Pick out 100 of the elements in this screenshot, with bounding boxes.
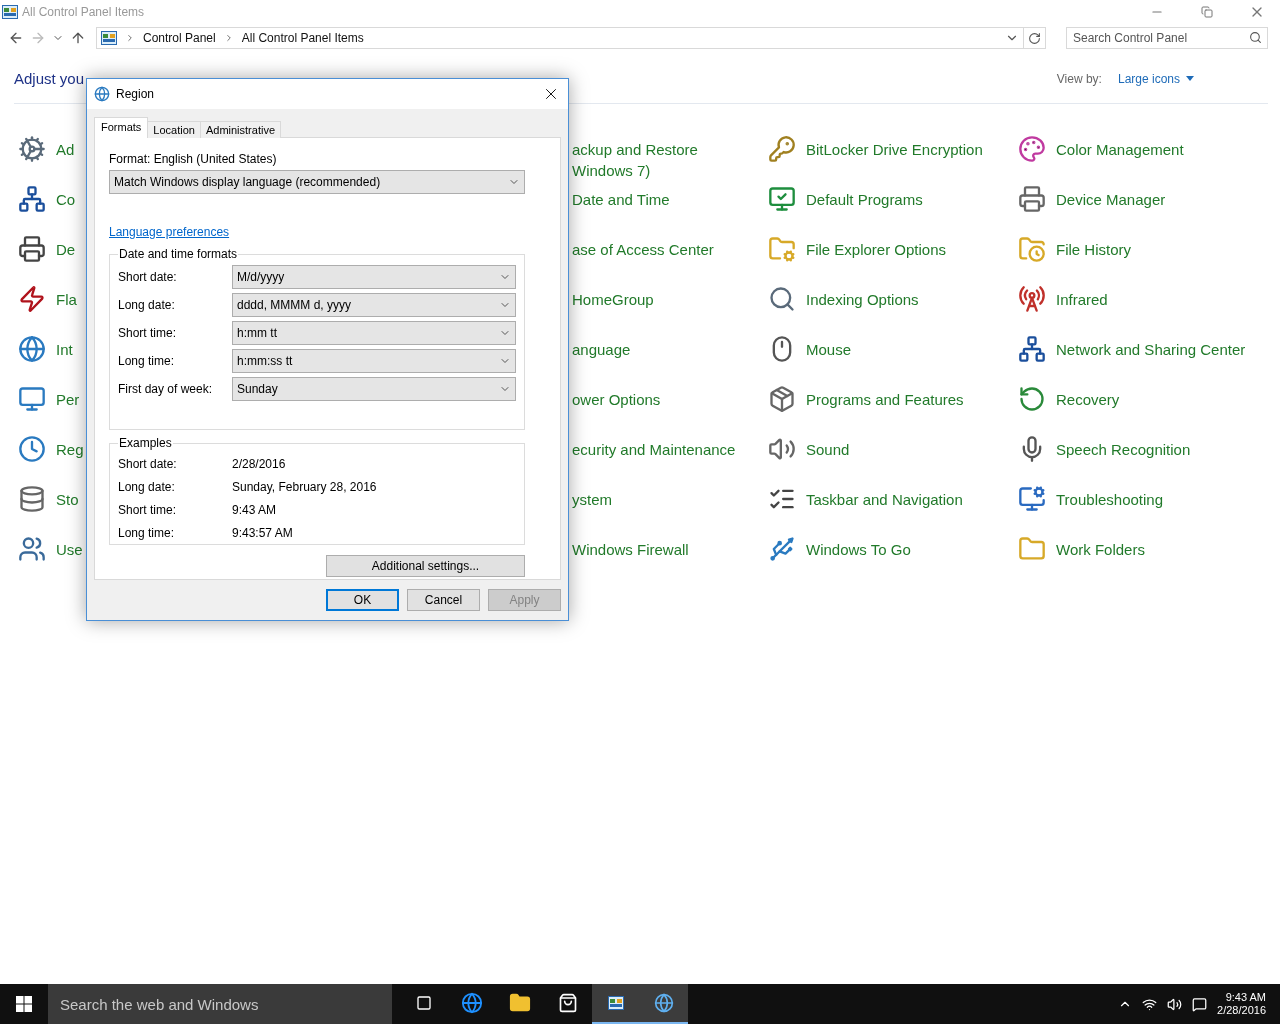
- format-dropdown[interactable]: Sunday: [232, 377, 516, 401]
- view-by-dropdown[interactable]: Large icons: [1117, 71, 1194, 86]
- control-panel-item[interactable]: Programs and Features: [806, 389, 964, 410]
- control-panel-item[interactable]: Indexing Options: [806, 289, 919, 310]
- format-dropdown[interactable]: Match Windows display language (recommended): [109, 170, 525, 194]
- example-label: Short date:: [118, 456, 178, 471]
- language-preferences-link[interactable]: Language preferences: [109, 225, 230, 239]
- control-panel-item[interactable]: Int: [56, 339, 73, 360]
- control-panel-item[interactable]: Mouse: [806, 339, 852, 360]
- format-label: Format: English (United States): [109, 152, 278, 166]
- browser-icon: [461, 992, 483, 1014]
- field-label: Long time:: [118, 354, 176, 368]
- format-dropdown[interactable]: h:mm:ss tt: [232, 349, 516, 373]
- forward-arrow-icon: [30, 30, 46, 46]
- palette-icon: [1016, 133, 1048, 165]
- example-value: 9:43:57 AM: [232, 525, 294, 540]
- up-button[interactable]: [70, 30, 86, 46]
- control-panel-item[interactable]: Fla: [56, 289, 77, 310]
- example-value: 2/28/2016: [232, 456, 287, 471]
- globe-icon: [94, 86, 110, 102]
- control-panel-item[interactable]: Troubleshooting: [1056, 489, 1163, 510]
- example-label: Long time:: [118, 525, 176, 540]
- control-panel-item[interactable]: ecurity and Maintenance: [572, 439, 736, 460]
- search-icon: [1249, 31, 1262, 44]
- task-view-icon: [416, 995, 432, 1011]
- taskbar-search-field[interactable]: Search the web and Windows: [48, 984, 392, 1024]
- control-panel-item[interactable]: De: [56, 239, 76, 260]
- breadcrumb[interactable]: Control Panel: [143, 31, 216, 45]
- control-panel-item[interactable]: ase of Access Center: [572, 239, 714, 260]
- taskbar-clock[interactable]: 9:43 AM 2/28/2016: [1217, 991, 1266, 1017]
- dialog-button[interactable]: Cancel: [407, 589, 480, 611]
- control-panel-item[interactable]: Default Programs: [806, 189, 923, 210]
- example-label: Short time:: [118, 502, 178, 517]
- control-panel-item[interactable]: Windows To Go: [806, 539, 911, 560]
- clock-icon: [16, 433, 48, 465]
- refresh-icon: [1028, 31, 1041, 45]
- globe-icon: [654, 993, 674, 1013]
- address-bar[interactable]: Control Panel All Control Panel Items: [96, 27, 1046, 49]
- control-panel-item[interactable]: HomeGroup: [572, 289, 654, 310]
- field-label: Short time:: [118, 326, 178, 340]
- control-panel-icon: [101, 31, 117, 45]
- control-panel-item[interactable]: anguage: [572, 339, 631, 360]
- caret-icon: [1186, 76, 1194, 81]
- control-panel-item[interactable]: Recovery: [1056, 389, 1120, 410]
- control-panel-item[interactable]: Sto: [56, 489, 79, 510]
- network-icon: [16, 183, 48, 215]
- dialog-button[interactable]: OK: [326, 589, 399, 611]
- tab[interactable]: Location: [147, 121, 201, 138]
- control-panel-item[interactable]: Use: [56, 539, 83, 560]
- shopping-bag-icon: [558, 993, 578, 1013]
- control-panel-item[interactable]: Sound: [806, 439, 850, 460]
- search-field[interactable]: Search Control Panel: [1066, 27, 1268, 49]
- control-panel-item[interactable]: Infrared: [1056, 289, 1108, 310]
- notification-icon[interactable]: [1192, 996, 1208, 1012]
- group-title: Date and time formats: [118, 247, 239, 261]
- control-panel-item[interactable]: Speech Recognition: [1056, 439, 1191, 460]
- control-panel-item[interactable]: BitLocker Drive Encryption: [806, 139, 983, 160]
- control-panel-item[interactable]: Work Folders: [1056, 539, 1145, 560]
- control-panel-item[interactable]: ystem: [572, 489, 612, 510]
- control-panel-item[interactable]: Ad: [56, 139, 75, 160]
- control-panel-item[interactable]: Network and Sharing Center: [1056, 339, 1246, 360]
- control-panel-item[interactable]: File History: [1056, 239, 1131, 260]
- volume-icon[interactable]: [1167, 996, 1183, 1012]
- control-panel-item[interactable]: Date and Time: [572, 189, 670, 210]
- control-panel-item[interactable]: ower Options: [572, 389, 661, 410]
- control-panel-item[interactable]: Device Manager: [1056, 189, 1166, 210]
- tab[interactable]: Formats: [94, 117, 149, 138]
- back-button[interactable]: [8, 30, 24, 46]
- folder-icon: [509, 992, 531, 1014]
- tab[interactable]: Administrative: [199, 121, 281, 138]
- control-panel-item[interactable]: Per: [56, 389, 80, 410]
- globe-icon: [16, 333, 48, 365]
- control-panel-icon: [2, 5, 18, 19]
- example-value: 9:43 AM: [232, 502, 278, 517]
- control-panel-item[interactable]: ackup and Restore Windows 7): [572, 139, 698, 181]
- field-label: First day of week:: [118, 382, 214, 396]
- printer-icon: [16, 233, 48, 265]
- format-dropdown[interactable]: dddd, MMMM d, yyyy: [232, 293, 516, 317]
- printer-icon: [1016, 183, 1048, 215]
- gear-icon: [16, 133, 48, 165]
- field-label: Short date:: [118, 270, 178, 284]
- radio-tower-icon: [1016, 283, 1048, 315]
- window-title: All Control Panel Items: [22, 5, 146, 19]
- control-panel-item[interactable]: Color Management: [1056, 139, 1184, 160]
- control-panel-item[interactable]: Windows Firewall: [572, 539, 689, 560]
- restore-icon: [1201, 6, 1213, 18]
- format-dropdown[interactable]: h:mm tt: [232, 321, 516, 345]
- control-panel-item[interactable]: Taskbar and Navigation: [806, 489, 963, 510]
- control-panel-item[interactable]: Reg: [56, 439, 84, 460]
- breadcrumb[interactable]: All Control Panel Items: [241, 31, 364, 45]
- group-title: Examples: [118, 436, 173, 450]
- network-icon[interactable]: [1142, 996, 1158, 1012]
- additional-settings-button[interactable]: Additional settings...: [326, 555, 525, 577]
- format-dropdown[interactable]: M/d/yyyy: [232, 265, 516, 289]
- example-value: Sunday, February 28, 2016: [232, 479, 378, 494]
- view-by-label: View by:: [1056, 71, 1102, 86]
- dialog-title: Region: [116, 87, 156, 101]
- control-panel-item[interactable]: Co: [56, 189, 76, 210]
- taskbar-app[interactable]: [592, 984, 640, 1024]
- control-panel-item[interactable]: File Explorer Options: [806, 239, 947, 260]
